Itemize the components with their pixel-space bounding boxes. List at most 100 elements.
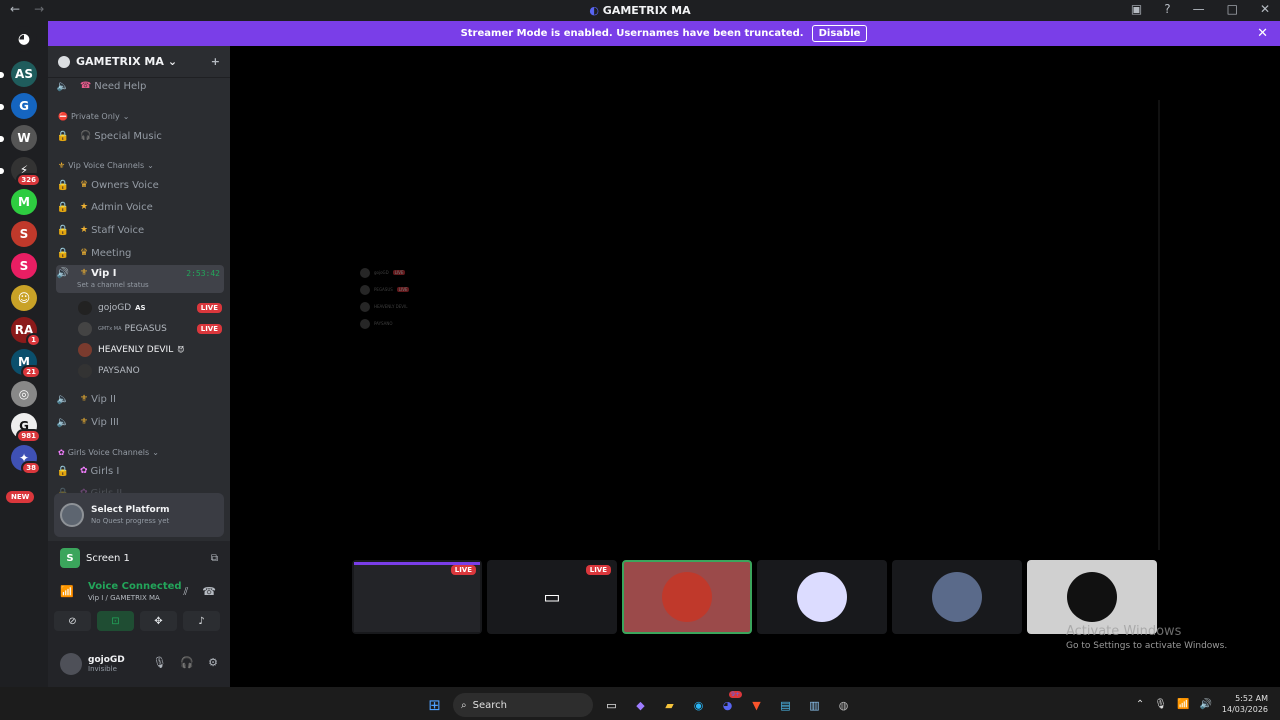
clock[interactable]: 5:52 AM 14/03/2026 <box>1222 693 1268 715</box>
headphones-icon[interactable]: 🎧 <box>180 656 194 669</box>
channel-admin-voice[interactable]: 🔒 ★ Admin Voice <box>56 197 224 217</box>
server-icon[interactable]: ☺ <box>11 285 37 311</box>
signal-icon[interactable]: 📶 <box>60 585 74 598</box>
channel-special-music[interactable]: 🔒 🎧 Special Music <box>56 126 224 146</box>
avatar[interactable] <box>60 653 82 675</box>
unread-pip <box>0 72 4 78</box>
guild-header[interactable]: GAMETRIX MA ⌄ + <box>48 46 230 78</box>
windows-start-icon[interactable]: ⊞ <box>424 695 445 716</box>
camera-off-button[interactable]: ⊘ <box>54 611 91 631</box>
channel-staff-voice[interactable]: 🔒 ★ Staff Voice <box>56 220 224 240</box>
participant-tile[interactable] <box>757 560 887 634</box>
file-explorer-icon[interactable]: ▰ <box>659 695 680 716</box>
invite-people-icon[interactable]: + <box>211 55 220 68</box>
server-icon[interactable]: ✦ 38 <box>11 445 41 475</box>
voice-user[interactable]: PAYSANO <box>78 362 224 380</box>
server-icon[interactable]: ⚡ 326 <box>0 157 41 187</box>
overlay-row: PEGASUS LIVE <box>360 281 480 298</box>
participant-tile[interactable]: LIVE <box>352 560 482 634</box>
stage-scrollbar[interactable] <box>1158 100 1160 550</box>
participant-tile[interactable] <box>892 560 1022 634</box>
maximize-button[interactable]: □ <box>1227 2 1238 16</box>
category-private[interactable]: ⛔ Private Only ⌄ <box>58 112 129 121</box>
server-icon[interactable]: G <box>0 93 37 119</box>
chevron-up-icon[interactable]: ⌃ <box>1136 699 1144 710</box>
voice-user[interactable]: GMTx MA PEGASUS LIVE <box>78 320 224 338</box>
chevron-down-icon: ⌄ <box>167 55 178 68</box>
screen-icon: S <box>60 548 80 568</box>
channel-label: Admin Voice <box>91 201 153 213</box>
server-icon[interactable]: RA 1 <box>11 317 41 347</box>
avatar <box>1067 572 1117 622</box>
server-icon[interactable]: S <box>11 253 37 279</box>
channel-vip-1[interactable]: 🔊 ⚜ Vip I 2:53:42 Set a channel status <box>56 265 224 293</box>
category-vip[interactable]: ⚜ Vip Voice Channels ⌄ <box>58 161 154 170</box>
task-view-icon[interactable]: ▭ <box>601 695 622 716</box>
discord-home-icon[interactable]: ◕ <box>11 26 37 52</box>
discord-taskbar-icon[interactable]: ◕ 9+ <box>717 690 742 716</box>
avatar <box>78 301 92 315</box>
screen-share-button[interactable]: ⊡ <box>97 611 134 631</box>
participant-tile[interactable] <box>1027 560 1157 634</box>
server-icon[interactable]: G 981 <box>11 413 41 443</box>
fleur-icon: ⚜ <box>80 268 89 278</box>
server-icon[interactable]: W <box>0 125 37 151</box>
activate-title: Activate Windows <box>1066 624 1182 639</box>
minimize-button[interactable]: — <box>1193 2 1205 16</box>
disconnect-icon[interactable]: ☎ <box>202 585 216 599</box>
settings-gear-icon[interactable]: ⚙ <box>208 656 218 669</box>
channel-need-help[interactable]: 🔈 ☎ Need Help <box>56 76 224 96</box>
participant-tile[interactable] <box>622 560 752 634</box>
server-icon[interactable]: S <box>11 221 37 247</box>
noise-suppression-icon[interactable]: ⫽ <box>183 585 188 599</box>
guild-name: GAMETRIX MA <box>76 55 164 68</box>
quest-card[interactable]: Select Platform No Quest progress yet <box>54 493 224 537</box>
voice-user[interactable]: HEAVENLY DEVIL 😈 <box>78 341 224 359</box>
user-name: PEGASUS <box>124 324 167 334</box>
server-icon[interactable]: ◎ <box>11 381 37 407</box>
soundboard-button[interactable]: ♪ <box>183 611 220 631</box>
inbox-icon[interactable]: ▣ <box>1131 2 1142 16</box>
stream-stage[interactable]: gojoGD LIVE PEGASUS LIVE HEAVENLY DEVIL PAYSA… <box>230 46 1280 687</box>
close-banner-icon[interactable]: ✕ <box>1257 26 1268 41</box>
channel-status-prompt[interactable]: Set a channel status <box>77 281 149 289</box>
activities-button[interactable]: ✥ <box>140 611 177 631</box>
mic-tray-icon[interactable]: 🎙 <box>1154 699 1167 710</box>
tile-content <box>757 560 887 634</box>
quest-text: Select Platform No Quest progress yet <box>91 505 170 525</box>
channel-girls-1[interactable]: 🔒 ✿ Girls I <box>56 461 224 481</box>
app-icon[interactable]: ◍ <box>833 695 854 716</box>
volume-icon[interactable]: 🔊 <box>1199 699 1211 710</box>
avatar <box>360 284 370 295</box>
server-icon[interactable]: M 21 <box>11 349 41 379</box>
popout-icon[interactable]: ⧉ <box>211 553 218 564</box>
server-icon[interactable]: AS <box>0 61 37 87</box>
edge-icon[interactable]: ◉ <box>688 695 709 716</box>
channel-vip-3[interactable]: 🔈 ⚜ Vip III <box>56 412 224 432</box>
photos-icon[interactable]: ▤ <box>775 695 796 716</box>
mic-icon[interactable]: 🎙 <box>152 656 166 669</box>
server-rail: ◕ AS G W ⚡ 326 M S S ☺ RA 1 M 21 ◎ G 981 ✦ 38 NEW <box>0 21 48 687</box>
help-icon[interactable]: ? <box>1164 2 1170 16</box>
channel-meeting[interactable]: 🔒 ♛ Meeting <box>56 243 224 263</box>
channel-vip-2[interactable]: 🔈 ⚜ Vip II <box>56 389 224 409</box>
category-girls[interactable]: ✿ Girls Voice Channels ⌄ <box>58 448 159 457</box>
notepad-icon[interactable]: ▥ <box>804 695 825 716</box>
copilot-icon[interactable]: ◆ <box>630 695 651 716</box>
close-window-button[interactable]: ✕ <box>1260 2 1270 16</box>
server-label: S <box>19 227 29 241</box>
voice-channel[interactable]: Vip I / GAMETRIX MA <box>88 594 160 602</box>
voice-status[interactable]: Voice Connected <box>88 581 182 592</box>
taskbar-search[interactable]: ⌕ Search <box>453 693 593 717</box>
brave-icon[interactable]: ▼ <box>746 695 767 716</box>
channel-owners-voice[interactable]: 🔒 ♛ Owners Voice <box>56 175 224 195</box>
participant-tile[interactable]: ▭ LIVE <box>487 560 617 634</box>
wifi-icon[interactable]: 📶 <box>1177 699 1189 710</box>
server-icon[interactable]: M <box>11 189 37 215</box>
channel-label: Owners Voice <box>91 179 159 191</box>
screen-share-row[interactable]: S Screen 1 ⧉ <box>60 547 220 569</box>
voice-user[interactable]: gojoGD AS LIVE <box>78 299 224 317</box>
disable-button[interactable]: Disable <box>811 25 868 42</box>
user-info[interactable]: gojoGD Invisible <box>88 655 125 673</box>
date: 14/03/2026 <box>1221 705 1268 714</box>
